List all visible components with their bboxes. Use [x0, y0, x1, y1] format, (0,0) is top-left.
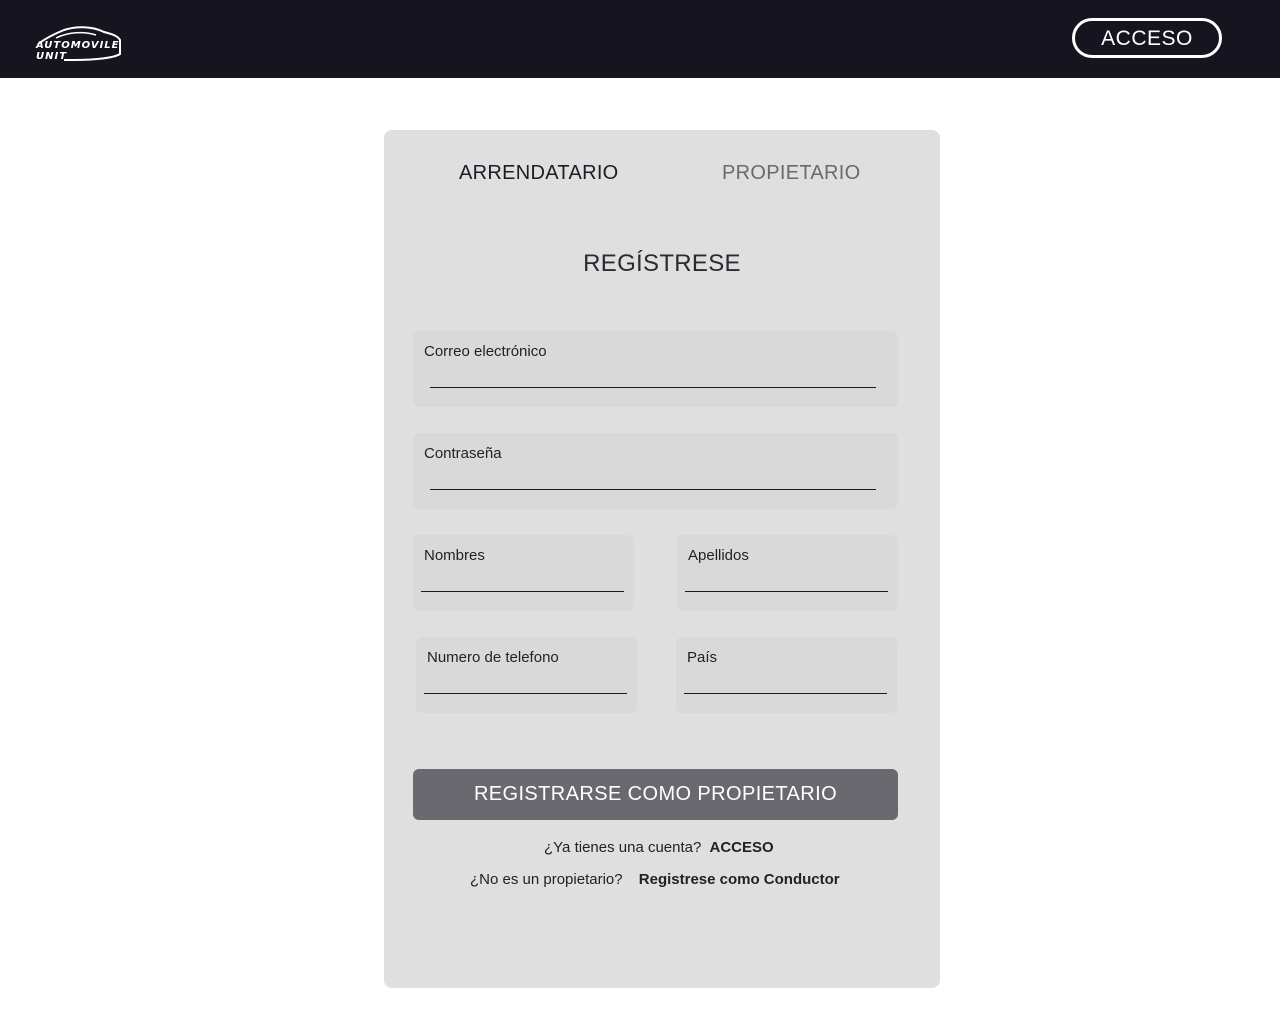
login-link[interactable]: ACCESO — [710, 839, 774, 856]
phone-label: Numero de telefono — [427, 649, 559, 666]
email-underline — [430, 387, 876, 388]
email-field[interactable]: Correo electrónico — [413, 331, 898, 407]
top-navbar: AUTOMOVILE UNIT ACCESO — [0, 0, 1280, 78]
password-field[interactable]: Contraseña — [413, 433, 898, 509]
logo-text-line1: AUTOMOVILE — [36, 40, 120, 51]
have-account-row: ¿Ya tienes una cuenta? ACCESO — [544, 839, 774, 856]
password-label: Contraseña — [424, 445, 502, 462]
phone-underline — [424, 693, 627, 694]
brand-logo[interactable]: AUTOMOVILE UNIT — [34, 24, 124, 64]
first-name-underline — [421, 591, 624, 592]
register-owner-button[interactable]: REGISTRARSE COMO PROPIETARIO — [413, 769, 898, 820]
logo-text-line2: UNIT — [36, 51, 68, 62]
last-name-field[interactable]: Apellidos — [677, 535, 898, 611]
have-account-text: ¿Ya tienes una cuenta? — [544, 839, 702, 856]
first-name-field[interactable]: Nombres — [413, 535, 634, 611]
last-name-underline — [685, 591, 888, 592]
login-button[interactable]: ACCESO — [1072, 18, 1222, 58]
country-underline — [684, 693, 887, 694]
register-driver-link[interactable]: Registrese como Conductor — [639, 871, 840, 888]
password-underline — [430, 489, 876, 490]
email-label: Correo electrónico — [424, 343, 547, 360]
tab-arrendatario[interactable]: ARRENDATARIO — [459, 162, 619, 185]
not-owner-row: ¿No es un propietario? Registrese como C… — [470, 871, 840, 888]
phone-field[interactable]: Numero de telefono — [416, 637, 637, 713]
first-name-label: Nombres — [424, 547, 485, 564]
not-owner-text: ¿No es un propietario? — [470, 871, 623, 888]
country-field[interactable]: País — [676, 637, 897, 713]
register-card: ARRENDATARIO PROPIETARIO REGÍSTRESE Corr… — [384, 130, 940, 988]
form-title: REGÍSTRESE — [583, 250, 741, 277]
tab-propietario[interactable]: PROPIETARIO — [722, 162, 861, 185]
country-label: País — [687, 649, 718, 666]
last-name-label: Apellidos — [688, 547, 749, 564]
